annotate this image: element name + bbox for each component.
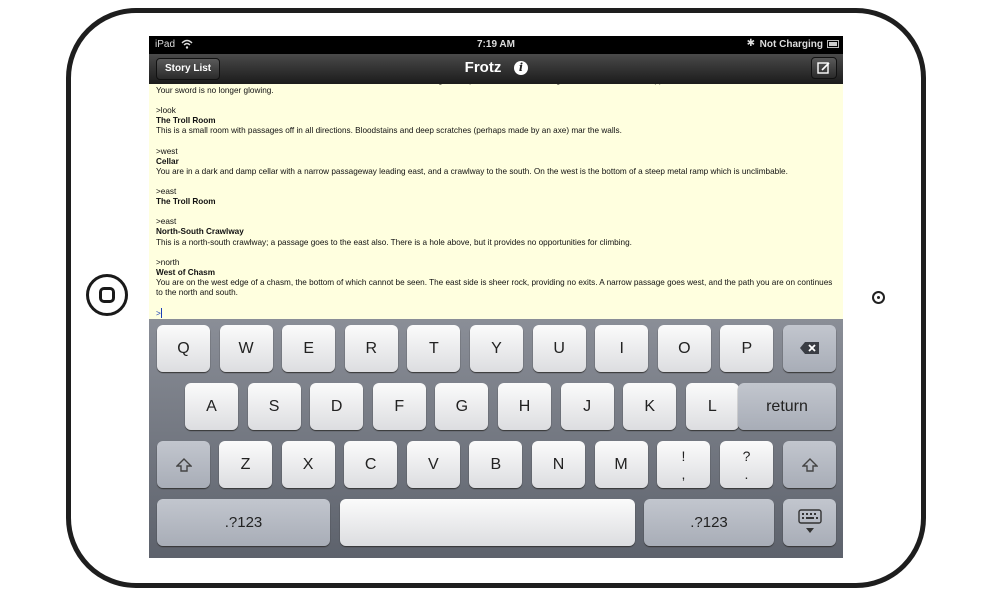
backspace-icon bbox=[799, 342, 819, 354]
key-u[interactable]: U bbox=[532, 325, 586, 372]
story-line: >look bbox=[156, 106, 176, 116]
story-line: Your sword is no longer glowing. bbox=[156, 86, 274, 96]
key-q[interactable]: Q bbox=[157, 325, 210, 372]
key-top-label: ! bbox=[681, 448, 686, 464]
room-heading: The Troll Room bbox=[156, 116, 216, 126]
space-bar[interactable] bbox=[340, 499, 635, 546]
story-line: This is a small room with passages off i… bbox=[156, 126, 622, 136]
key-j[interactable]: J bbox=[560, 383, 614, 430]
backspace-key[interactable] bbox=[783, 325, 836, 372]
key-d[interactable]: D bbox=[310, 383, 364, 430]
key-i[interactable]: I bbox=[595, 325, 649, 372]
title-text: Frotz bbox=[464, 59, 502, 76]
story-line: >north bbox=[156, 257, 180, 267]
key-z[interactable]: Z bbox=[219, 441, 272, 488]
story-text: Almost as soon as the troll breathes his… bbox=[156, 84, 836, 319]
key-y[interactable]: Y bbox=[470, 325, 523, 372]
battery-icon bbox=[827, 40, 839, 48]
key-h[interactable]: H bbox=[498, 383, 551, 430]
shift-key-left[interactable] bbox=[157, 441, 210, 488]
home-button[interactable] bbox=[86, 274, 128, 316]
key-k[interactable]: K bbox=[623, 383, 677, 430]
key-v[interactable]: V bbox=[406, 441, 460, 488]
key-a[interactable]: A bbox=[185, 383, 238, 430]
command-prompt[interactable]: > bbox=[156, 308, 836, 319]
keyboard: Q W E R T Y U I O P A S D F G H J K Lreturn Z X C V B N M!,?. .?12… bbox=[149, 319, 843, 558]
story-line: You are on the west edge of a chasm, the… bbox=[156, 277, 833, 287]
shift-icon bbox=[174, 458, 193, 472]
key-p[interactable]: P bbox=[720, 325, 774, 372]
key-question-period[interactable]: ?. bbox=[720, 441, 773, 488]
status-bar: iPad 7:19 AM ✱ Not Charging bbox=[149, 36, 843, 54]
return-key[interactable]: return bbox=[738, 383, 836, 430]
nav-bar: Story List Frotz i bbox=[149, 54, 843, 85]
page-title: Frotz bbox=[149, 59, 843, 76]
camera-icon bbox=[872, 291, 885, 304]
key-w[interactable]: W bbox=[219, 325, 273, 372]
key-e[interactable]: E bbox=[282, 325, 336, 372]
text-cursor bbox=[160, 308, 162, 319]
key-b[interactable]: B bbox=[469, 441, 523, 488]
key-m[interactable]: M bbox=[594, 441, 648, 488]
story-output[interactable]: Almost as soon as the troll breathes his… bbox=[149, 84, 843, 319]
charging-status: Not Charging bbox=[759, 39, 823, 50]
numbers-key-left[interactable]: .?123 bbox=[157, 499, 330, 546]
story-line: This is a north-south crawlway; a passag… bbox=[156, 237, 632, 247]
key-x[interactable]: X bbox=[281, 441, 335, 488]
numbers-key-right[interactable]: .?123 bbox=[644, 499, 774, 546]
key-o[interactable]: O bbox=[657, 325, 711, 372]
bluetooth-icon: ✱ bbox=[746, 38, 755, 49]
room-heading: West of Chasm bbox=[156, 267, 215, 277]
key-bottom-label: . bbox=[744, 466, 749, 482]
key-f[interactable]: F bbox=[372, 383, 426, 430]
key-l[interactable]: L bbox=[685, 383, 739, 430]
key-r[interactable]: R bbox=[344, 325, 398, 372]
shift-icon bbox=[800, 458, 819, 472]
room-heading: The Troll Room bbox=[156, 197, 216, 207]
story-line: >east bbox=[156, 217, 177, 227]
key-t[interactable]: T bbox=[407, 325, 461, 372]
compose-icon bbox=[817, 62, 830, 74]
status-time: 7:19 AM bbox=[477, 39, 515, 50]
home-icon bbox=[99, 287, 115, 303]
room-heading: Cellar bbox=[156, 156, 179, 166]
key-c[interactable]: C bbox=[344, 441, 398, 488]
key-bottom-label: , bbox=[681, 466, 686, 482]
key-top-label: ? bbox=[742, 448, 751, 464]
info-icon[interactable]: i bbox=[514, 61, 528, 75]
story-line: >west bbox=[156, 146, 178, 156]
key-g[interactable]: G bbox=[435, 383, 489, 430]
story-line: to the north and south. bbox=[156, 287, 238, 297]
key-s[interactable]: S bbox=[247, 383, 301, 430]
compose-button[interactable] bbox=[811, 57, 837, 79]
key-n[interactable]: N bbox=[532, 441, 585, 488]
keyboard-hide-icon bbox=[797, 509, 822, 533]
shift-key-right[interactable] bbox=[783, 441, 836, 488]
story-line: You are in a dark and damp cellar with a… bbox=[156, 166, 788, 176]
screen: iPad 7:19 AM ✱ Not Charging Story List F… bbox=[149, 36, 843, 558]
hide-keyboard-key[interactable] bbox=[783, 499, 836, 546]
story-line: >east bbox=[156, 187, 177, 197]
key-exclamation-comma[interactable]: !, bbox=[657, 441, 710, 488]
room-heading: North-South Crawlway bbox=[156, 227, 244, 237]
